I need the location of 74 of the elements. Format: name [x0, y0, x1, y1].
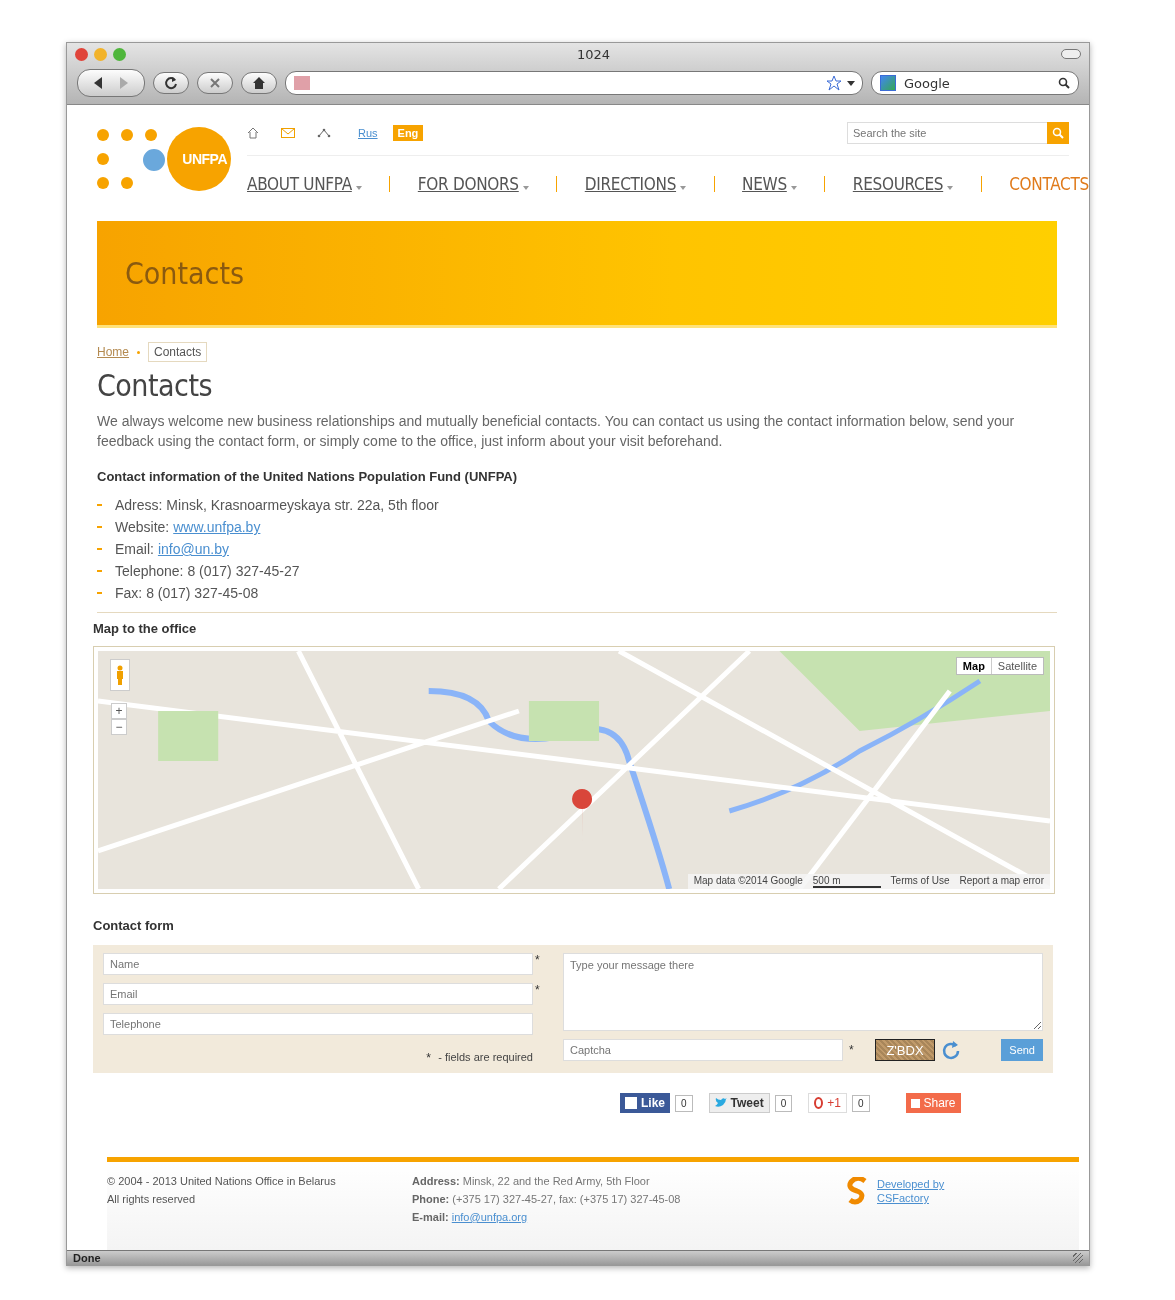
developer-logo-icon[interactable]	[847, 1177, 869, 1205]
window-title: 1024	[575, 46, 612, 62]
footer-contact-line: Phone: (+375 17) 327-45-27, fax: (+375 17) 327-45-08	[412, 1192, 682, 1206]
terms-link[interactable]: Terms of Use	[890, 875, 950, 888]
footer-contact-line: E-mail: info@unfpa.org	[412, 1210, 529, 1224]
message-field[interactable]: Type your message there	[563, 953, 1043, 1031]
contact-link[interactable]: info@un.by	[157, 538, 229, 560]
map-scale: 500 m	[812, 875, 881, 888]
required-mark: *	[535, 983, 541, 997]
share-count: 0	[851, 1094, 870, 1112]
bookmark-star-icon[interactable]	[826, 75, 856, 91]
required-mark: *	[849, 1043, 855, 1057]
share-count: 0	[774, 1094, 793, 1112]
section-heading: Contact form	[93, 918, 175, 933]
pegman-icon[interactable]	[110, 659, 130, 691]
contact-item: Adress: Minsk, Krasnoarmeyskaya str. 22a, 5th floor	[97, 494, 1069, 516]
required-note: - fields are required	[438, 1051, 533, 1065]
section-heading: Map to the office	[93, 621, 198, 636]
reload-icon[interactable]	[164, 76, 178, 90]
breadcrumb-link[interactable]: Contacts	[148, 342, 208, 362]
report-link[interactable]: Report a map error	[959, 875, 1044, 888]
captcha-field[interactable]: Captcha	[563, 1039, 843, 1061]
text-field[interactable]: Email	[103, 983, 533, 1005]
favicon-icon	[294, 76, 310, 90]
contact-item: Website: www.unfpa.by	[97, 516, 1069, 538]
contact-item: Telephone: 8 (017) 327-45-27	[97, 560, 1069, 582]
share-count: 0	[675, 1094, 693, 1112]
contact-item: Fax: 8 (017) 327-45-08	[97, 582, 1069, 604]
required-mark: *	[535, 953, 541, 967]
separator-dot-icon	[137, 350, 140, 354]
stop-button[interactable]	[197, 72, 233, 94]
banner-title: Contacts	[125, 255, 245, 291]
nav-link[interactable]: DIRECTIONS	[584, 174, 687, 194]
address-field[interactable]	[285, 71, 863, 95]
reload-button[interactable]	[153, 72, 189, 94]
toolbar-toggle-icon[interactable]	[1061, 49, 1081, 59]
tweet-button[interactable]: Tweet	[708, 1093, 770, 1113]
developer-link[interactable]: Developed by	[877, 1178, 945, 1190]
status-text: Done	[73, 1252, 101, 1264]
refresh-icon[interactable]	[941, 1040, 961, 1060]
nav-link[interactable]: FOR DONORS	[417, 174, 529, 194]
text-field[interactable]: Name	[103, 953, 533, 975]
zoom-in-button[interactable]: +	[111, 703, 127, 719]
map-attribution: Map data ©2014 Google	[693, 875, 803, 888]
envelope-icon[interactable]	[281, 128, 295, 138]
search-icon[interactable]	[1058, 77, 1070, 89]
browser-search-field[interactable]: Google	[871, 71, 1079, 95]
section-heading: Contact information of the United Nations Population Fund (UNFPA)	[97, 469, 519, 484]
close-icon[interactable]	[209, 77, 221, 89]
required-mark: *	[426, 1051, 432, 1065]
back-forward-button[interactable]	[77, 69, 145, 97]
rights-text: All rights reserved	[107, 1192, 197, 1206]
captcha-image: Z'BDX	[875, 1039, 935, 1061]
nav-link[interactable]: NEWS	[742, 174, 797, 194]
nav-link[interactable]: ABOUT UNFPA	[247, 174, 362, 194]
nav-link[interactable]: RESOURCES	[852, 174, 954, 194]
copyright-text: © 2004 - 2013 United Nations Office in Belarus	[107, 1174, 337, 1188]
footer-contact-line: Address: Minsk, 22 and the Red Army, 5th Floor	[412, 1174, 651, 1188]
zoom-out-button[interactable]: −	[111, 719, 127, 735]
close-icon[interactable]	[75, 47, 88, 61]
contact-link[interactable]: www.unfpa.by	[173, 516, 261, 538]
page-title: Contacts	[97, 368, 214, 403]
text-field[interactable]: Telephone	[103, 1013, 533, 1035]
home-button[interactable]	[241, 72, 277, 94]
resize-grip-icon[interactable]	[1073, 1253, 1083, 1263]
site-search-field[interactable]: Search the site	[847, 122, 1047, 144]
language-link[interactable]: Rus	[353, 125, 383, 141]
plus-one-button[interactable]: +1	[808, 1093, 847, 1113]
home-icon[interactable]	[252, 76, 266, 90]
bird-icon	[714, 1098, 727, 1108]
contact-item: Email: info@un.by	[97, 538, 1069, 560]
like-button[interactable]: Like	[620, 1093, 670, 1113]
sitemap-icon[interactable]	[317, 128, 331, 138]
intro-paragraph: We always welcome new business relationships and mutually beneficial contacts. You can contact us using the contact information below, send your feedback using the contact form, or simply come to the office, just inform about your visit beforehand.	[97, 412, 1016, 451]
